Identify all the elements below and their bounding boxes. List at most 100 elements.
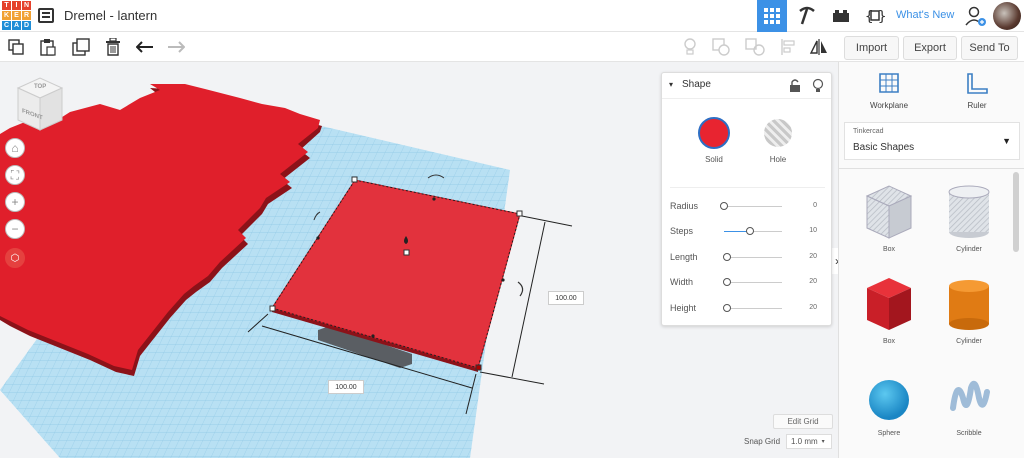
param-slider-length[interactable] [722, 253, 782, 261]
notes-button[interactable] [680, 36, 700, 58]
brick-icon [833, 10, 849, 22]
scribble-icon [950, 380, 990, 411]
library-scrollbar[interactable] [1013, 172, 1019, 252]
avatar[interactable] [993, 2, 1021, 30]
slider-knob[interactable] [720, 202, 728, 210]
zoom-out-button[interactable]: − [5, 219, 25, 239]
build-view-button[interactable] [792, 0, 822, 32]
slider-knob[interactable] [722, 253, 731, 261]
param-label-steps: Steps [670, 226, 694, 236]
param-slider-steps[interactable] [724, 227, 782, 235]
width-dimension-label[interactable]: 100.00 [548, 291, 584, 305]
corner-handle[interactable] [475, 364, 482, 371]
home-view-button[interactable]: ⌂ [5, 138, 25, 158]
param-slider-width[interactable] [722, 278, 782, 286]
duplicate-icon [72, 38, 90, 56]
collapse-caret-icon[interactable]: ▾ [669, 80, 673, 89]
duplicate-button[interactable] [70, 36, 92, 58]
import-button[interactable]: Import [844, 36, 899, 60]
view-cube[interactable]: TOP FRONT [14, 76, 66, 132]
param-value-steps[interactable]: 10 [809, 227, 817, 234]
copy-button[interactable] [6, 36, 26, 58]
midpoint-handle[interactable] [371, 334, 375, 338]
shape-cylinder[interactable] [939, 274, 999, 334]
corner-handle[interactable] [351, 176, 358, 183]
logo-letter: C [2, 21, 11, 30]
box-icon [867, 278, 911, 330]
cylinder-icon [949, 280, 989, 330]
right-panel: Workplane Ruler Tinkercad Basic Shapes ▼… [838, 62, 1024, 458]
add-user-button[interactable] [962, 0, 990, 32]
group-button[interactable] [710, 36, 732, 58]
ungroup-button[interactable] [744, 36, 766, 58]
dimension-line [479, 371, 545, 385]
depth-dimension-label[interactable]: 100.00 [328, 380, 364, 394]
slider-knob[interactable] [722, 304, 731, 312]
workplane-tool[interactable] [869, 72, 909, 101]
grid-icon [764, 8, 780, 24]
fit-view-button[interactable]: ⛶ [5, 165, 25, 185]
midpoint-handle[interactable] [316, 236, 320, 240]
shape-cylinder-hole[interactable] [939, 182, 999, 242]
group-icon [712, 38, 730, 56]
chevron-down-icon: ▾ [821, 439, 825, 445]
grid-view-button[interactable] [757, 0, 787, 32]
whats-new-link[interactable]: What's New [896, 9, 954, 21]
hole-swatch[interactable] [764, 119, 792, 147]
snap-grid-select[interactable]: 1.0 mm ▾ [786, 434, 832, 449]
ruler-tool[interactable] [957, 72, 997, 101]
slider-knob[interactable] [746, 227, 755, 235]
undo-button[interactable] [135, 36, 155, 58]
param-value-width[interactable]: 20 [809, 278, 817, 285]
param-label-radius: Radius [670, 201, 699, 211]
workplane-label: Workplane [869, 101, 909, 110]
corner-handle[interactable] [516, 210, 523, 217]
box-hole-icon [865, 185, 913, 239]
codeblocks-icon: {} [865, 9, 885, 25]
shape-label: Box [882, 338, 896, 345]
library-select[interactable]: Tinkercad Basic Shapes ▼ [844, 122, 1020, 160]
align-button[interactable] [778, 36, 798, 58]
codeblocks-button[interactable]: {} [860, 0, 890, 32]
midpoint-handle[interactable] [501, 278, 505, 282]
workplane-icon [879, 73, 899, 93]
lightbulb-icon [684, 38, 696, 55]
shape-box[interactable] [859, 274, 919, 334]
redo-button[interactable] [166, 36, 186, 58]
edit-grid-button[interactable]: Edit Grid [773, 414, 833, 429]
plus-icon: + [11, 195, 19, 209]
divider [839, 168, 1024, 169]
delete-button[interactable] [103, 36, 123, 58]
minus-icon: − [11, 222, 19, 236]
design-title[interactable]: Dremel - lantern [64, 8, 157, 23]
design-list-icon[interactable] [38, 8, 54, 23]
paste-button[interactable] [38, 36, 58, 58]
param-slider-height[interactable] [722, 304, 782, 312]
cube-icon: ⬡ [10, 252, 20, 264]
midpoint-handle[interactable] [432, 197, 436, 201]
lock-icon[interactable] [789, 79, 801, 93]
slider-knob[interactable] [722, 278, 731, 286]
param-value-length[interactable]: 20 [809, 253, 817, 260]
zoom-in-button[interactable]: + [5, 192, 25, 212]
param-value-height[interactable]: 20 [809, 304, 817, 311]
corner-handle[interactable] [269, 305, 276, 312]
solid-color-swatch[interactable] [698, 117, 730, 149]
shape-label: Cylinder [956, 338, 982, 345]
bricks-view-button[interactable] [827, 0, 855, 32]
perspective-button[interactable]: ⬡ [5, 248, 25, 268]
param-value-radius[interactable]: 0 [813, 202, 817, 209]
shape-box-hole[interactable] [859, 182, 919, 242]
paste-icon [40, 39, 56, 56]
param-slider-radius[interactable] [720, 202, 782, 210]
lightbulb-icon[interactable] [812, 78, 824, 93]
shape-sphere[interactable] [859, 368, 919, 428]
rotate-arrow-icon[interactable] [517, 281, 524, 297]
height-handle[interactable] [403, 249, 410, 256]
home-icon: ⌂ [11, 141, 19, 155]
tinkercad-logo[interactable]: T I N K E R C A D [2, 1, 31, 30]
send-to-button[interactable]: Send To [961, 36, 1018, 60]
shape-scribble[interactable] [939, 368, 999, 428]
export-button[interactable]: Export [903, 36, 957, 60]
mirror-button[interactable] [808, 36, 830, 58]
